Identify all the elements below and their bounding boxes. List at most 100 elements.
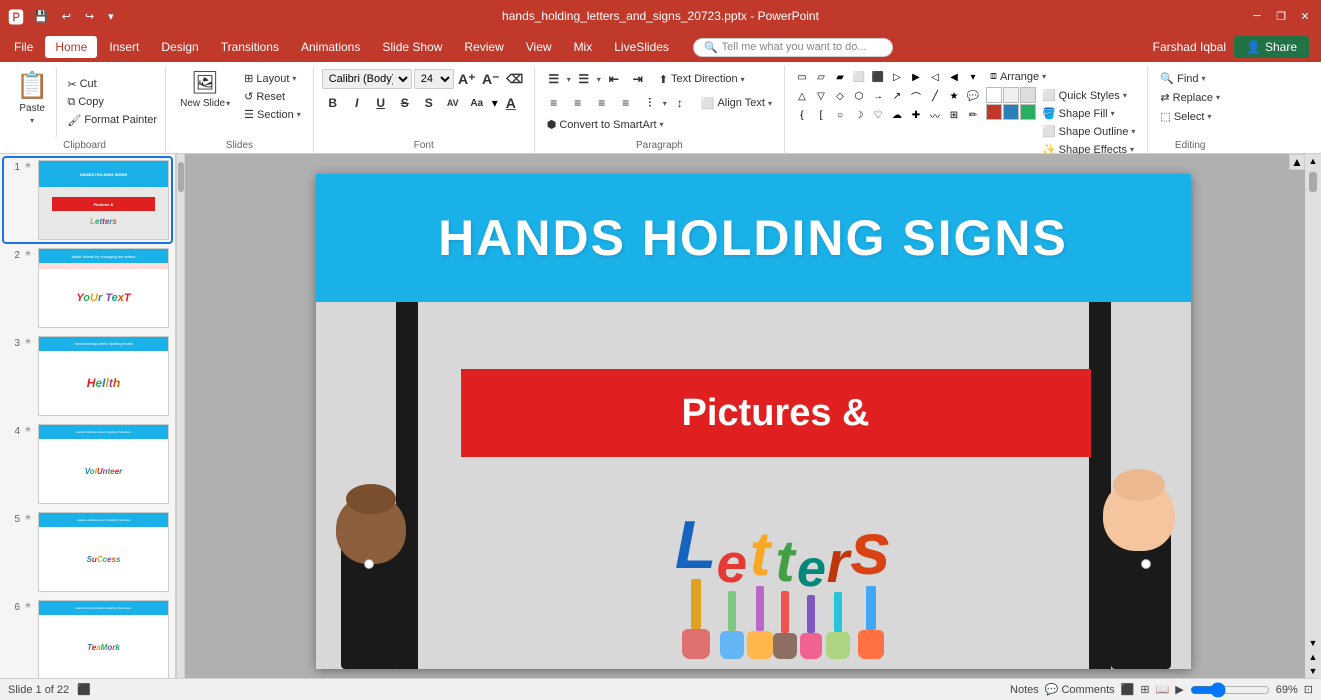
underline-button[interactable]: U [370,92,392,114]
slideshow-button[interactable]: ▶ [1175,683,1183,696]
quick-style-4[interactable] [986,104,1002,120]
shape-freeform[interactable]: ✏ [964,106,982,124]
reading-view-button[interactable]: 📖 [1156,683,1170,696]
shape-outline-button[interactable]: ⬜ Shape Outline ▾ [1038,123,1139,140]
shape-rect4[interactable]: ⬜ [850,68,868,86]
shadow-button[interactable]: S [418,92,440,114]
close-button[interactable]: ✕ [1297,8,1313,24]
notes-button[interactable]: Notes [1010,684,1039,696]
shape-rect5[interactable]: ⬛ [869,68,887,86]
accessibility-icon[interactable]: ⬛ [77,683,91,696]
cut-button[interactable]: ✂ Cut [63,76,161,93]
minimize-button[interactable]: ─ [1249,8,1265,24]
quick-style-3[interactable] [1020,87,1036,103]
format-painter-button[interactable]: 🖌 Format Painter [63,112,161,129]
tell-me-box[interactable]: 🔍 Tell me what you want to do... [693,38,893,57]
canvas-scroll-up[interactable]: ▲ [1289,154,1305,170]
shape-cross[interactable]: ✚ [907,106,925,124]
bold-button[interactable]: B [322,92,344,114]
find-button[interactable]: 🔍 Find ▾ [1156,70,1224,87]
slide-thumbnail-1[interactable]: 1 ★ HANDS HOLDING SIGNS Pictures & Lette… [4,158,171,242]
menu-insert[interactable]: Insert [99,36,149,58]
line-spacing-button[interactable]: ↕ [669,92,691,114]
quick-style-6[interactable] [1020,104,1036,120]
shape-rect9[interactable]: ◀ [945,68,963,86]
canvas-area[interactable]: ▲ HANDS HOLDING SIGNS [185,154,1321,678]
font-size-select[interactable]: 24 [414,69,454,89]
new-slide-arrow[interactable]: ▾ [226,99,230,108]
change-case-button[interactable]: Aa [466,92,488,114]
shape-moon[interactable]: ☽ [850,106,868,124]
canvas-scrollbar[interactable]: ▲ ▼ ▲ ▼ [1305,154,1321,678]
zoom-slider[interactable] [1190,684,1270,696]
convert-smartart-button[interactable]: ⬢ Convert to SmartArt ▾ [543,116,668,133]
shape-wave[interactable]: 〰 [926,106,944,124]
qat-save[interactable]: 💾 [30,8,52,25]
slide-thumbnail-6[interactable]: 6 ★ Hands Holding Letters Spelling Teamw… [4,598,171,678]
columns-button[interactable]: ⫶ [639,92,661,114]
shape-hex[interactable]: ⬡ [850,87,868,105]
shape-arrow[interactable]: → [869,87,887,105]
justify-button[interactable]: ≡ [615,92,637,114]
align-text-button[interactable]: ⬜ Align Text ▾ [697,95,776,112]
shape-fill-button[interactable]: 🪣 Shape Fill ▾ [1038,105,1139,122]
replace-button[interactable]: ⇄ Replace ▾ [1156,89,1224,106]
shape-callout[interactable]: 💬 [964,87,982,105]
shape-diamond[interactable]: ◇ [831,87,849,105]
layout-button[interactable]: ⊞ Layout ▾ [240,70,305,87]
text-direction-button[interactable]: ⬆ Text Direction ▾ [655,71,749,88]
paste-button[interactable]: 📋 Paste ▾ [8,66,57,138]
slide-sorter-button[interactable]: ⊞ [1140,683,1149,696]
shape-cloud[interactable]: ☁ [888,106,906,124]
font-color-button[interactable]: A [500,92,522,114]
menu-slideshow[interactable]: Slide Show [372,36,452,58]
canvas-scroll-up2-btn[interactable]: ▲ [1307,650,1320,664]
fit-button[interactable]: ⊡ [1304,683,1313,696]
arrange-button[interactable]: ⧈ Arrange ▾ [986,68,1139,85]
char-spacing-button[interactable]: AV [442,92,464,114]
shape-tri[interactable]: △ [793,87,811,105]
clear-format-button[interactable]: ⌫ [504,68,526,90]
shape-line[interactable]: ╱ [926,87,944,105]
shape-rect8[interactable]: ◁ [926,68,944,86]
menu-file[interactable]: File [4,36,43,58]
shape-brace[interactable]: { [793,106,811,124]
shape-rect2[interactable]: ▱ [812,68,830,86]
shape-more[interactable]: ▾ [964,68,982,86]
shape-bracket[interactable]: [ [812,106,830,124]
strikethrough-button[interactable]: S [394,92,416,114]
align-left-button[interactable]: ≡ [543,92,565,114]
shape-custom[interactable]: ⊞ [945,106,963,124]
shape-heart[interactable]: ♡ [869,106,887,124]
slide-panel[interactable]: 1 ★ HANDS HOLDING SIGNS Pictures & Lette… [0,154,176,678]
numbering-button[interactable]: ☰ [573,68,595,90]
paste-dropdown-arrow[interactable]: ▾ [30,116,34,125]
normal-view-button[interactable]: ⬛ [1121,683,1135,696]
slide-thumbnail-2[interactable]: 2 ★ Make Words by changing the letters Y… [4,246,171,330]
italic-button[interactable]: I [346,92,368,114]
quick-styles-button[interactable]: ⬜ Quick Styles ▾ [1038,87,1139,104]
menu-liveslides[interactable]: LiveSlides [604,36,679,58]
menu-view[interactable]: View [516,36,562,58]
bullets-button[interactable]: ☰ [543,68,565,90]
qat-undo[interactable]: ↩ [58,8,75,25]
menu-review[interactable]: Review [454,36,513,58]
canvas-scroll-down-btn[interactable]: ▼ [1307,636,1320,650]
qat-customize[interactable]: ▾ [104,8,118,25]
shape-star[interactable]: ★ [945,87,963,105]
reset-button[interactable]: ↺ Reset [240,88,305,105]
select-button[interactable]: ⬚ Select ▾ [1156,108,1224,125]
shape-arrow2[interactable]: ↗ [888,87,906,105]
share-button[interactable]: 👤 Share [1234,36,1309,58]
canvas-scroll-up-btn[interactable]: ▲ [1307,154,1320,168]
shape-tri2[interactable]: ▽ [812,87,830,105]
section-button[interactable]: ☰ Section ▾ [240,106,305,123]
menu-mix[interactable]: Mix [564,36,603,58]
slide-thumbnail-3[interactable]: 3 ★ Hands holding Letters Spelling Healt… [4,334,171,418]
copy-button[interactable]: ⧉ Copy [63,94,161,111]
comments-button[interactable]: 💬 Comments [1045,683,1115,696]
font-family-select[interactable]: Calibri (Body) [322,69,412,89]
quick-style-1[interactable] [986,87,1002,103]
align-center-button[interactable]: ≡ [567,92,589,114]
align-right-button[interactable]: ≡ [591,92,613,114]
